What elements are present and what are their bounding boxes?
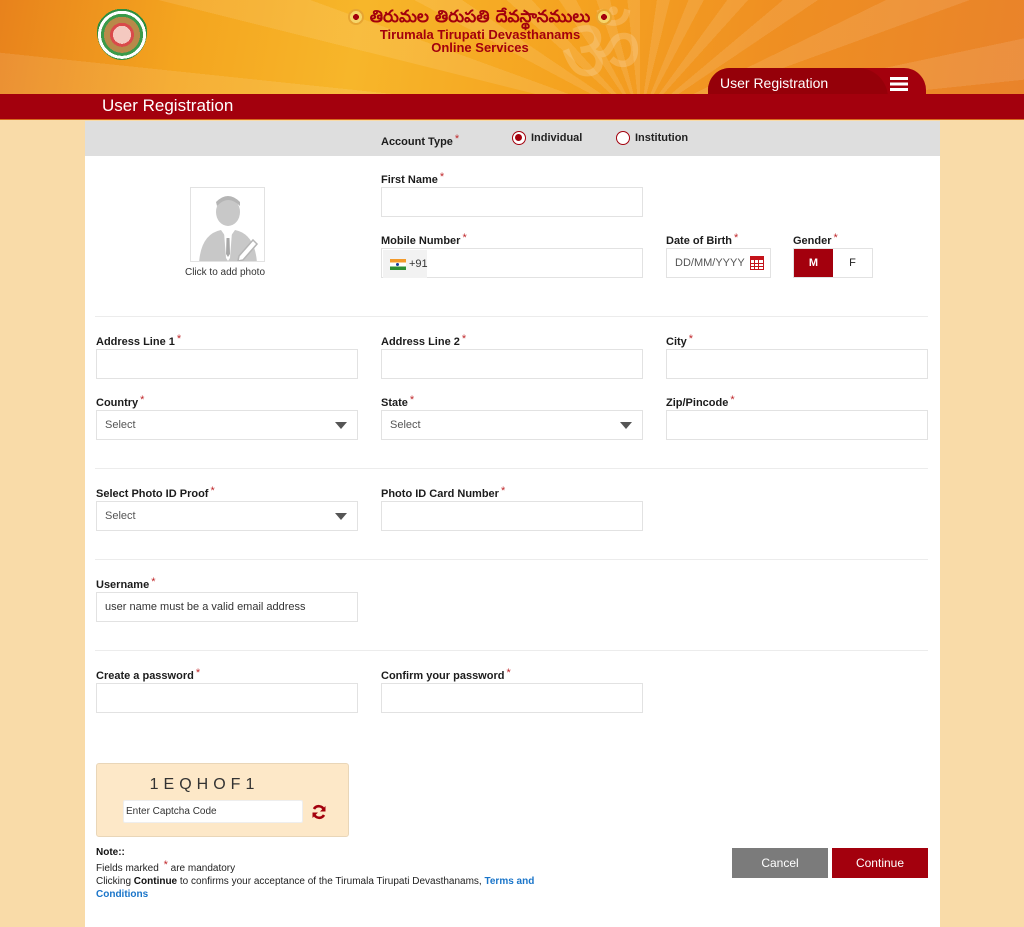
page-title-bar: User Registration (0, 94, 1024, 120)
dropdown-arrow-icon[interactable] (335, 513, 347, 520)
first-name-input[interactable] (381, 187, 643, 217)
confirm-password-label: Confirm your password * (381, 667, 511, 682)
country-label: Country * (96, 394, 145, 409)
photo-id-number-label: Photo ID Card Number * (381, 485, 506, 500)
consent-note: Clicking Continue to confirms your accep… (96, 876, 535, 900)
telugu-title-text: తిరుమల తిరుపతి దేవస్థానములు (369, 7, 591, 27)
add-photo-caption[interactable]: Click to add photo (155, 267, 295, 278)
nav-tab-label[interactable]: User Registration (708, 68, 888, 94)
cancel-button[interactable]: Cancel (732, 848, 828, 878)
mobile-number-input[interactable]: +91 (381, 248, 643, 278)
username-placeholder: user name must be a valid email address (105, 601, 306, 613)
address2-input[interactable] (381, 349, 643, 379)
add-photo-button[interactable] (190, 187, 265, 262)
note-section: Note:: Fields marked * are mandatory Cli… (96, 846, 576, 901)
conch-ornament-icon (347, 9, 364, 25)
photo-id-proof-label: Select Photo ID Proof * (96, 485, 215, 500)
refresh-icon[interactable] (311, 804, 327, 820)
radio-institution-label: Institution (635, 132, 689, 144)
captcha-input[interactable]: Enter Captcha Code (123, 800, 303, 823)
gender-toggle[interactable]: M F (793, 248, 873, 278)
section-divider (95, 559, 928, 560)
page-title: User Registration (102, 96, 234, 115)
radio-individual[interactable]: Individual (512, 131, 582, 145)
continue-button[interactable]: Continue (832, 848, 928, 878)
registration-form: Account Type * Individual Institution Cli… (85, 121, 940, 927)
photo-id-selected-value: Select (105, 510, 136, 522)
org-subtitle: Online Services (431, 40, 529, 55)
first-name-label: First Name * (381, 171, 445, 186)
section-divider (95, 316, 928, 317)
chakra-ornament-icon (596, 9, 613, 25)
captcha-placeholder: Enter Captcha Code (126, 806, 217, 817)
zip-input[interactable] (666, 410, 928, 440)
confirm-password-input[interactable] (381, 683, 643, 713)
nav-tab-user-registration[interactable]: User Registration (708, 68, 926, 94)
captcha-panel: 1EQHOF1 Enter Captcha Code (96, 763, 349, 837)
brand-title: తిరుమల తిరుపతి దేవస్థానములు Tirumala Tir… (330, 6, 630, 54)
account-type-label: Account Type * (381, 133, 460, 148)
username-label: Username * (96, 576, 156, 591)
country-code: +91 (409, 258, 428, 270)
india-flag-icon (390, 259, 406, 270)
address2-label: Address Line 2 * (381, 333, 467, 348)
section-divider (95, 650, 928, 651)
address1-input[interactable] (96, 349, 358, 379)
dob-input[interactable]: DD/MM/YYYY (666, 248, 771, 278)
telugu-title: తిరుమల తిరుపతి దేవస్థానములు (330, 6, 630, 28)
radio-selected-icon[interactable] (512, 131, 526, 145)
section-divider (95, 468, 928, 469)
ttd-logo[interactable] (97, 4, 147, 60)
gender-label: Gender * (793, 232, 838, 247)
radio-unselected-icon[interactable] (616, 131, 630, 145)
gender-female-button[interactable]: F (833, 249, 872, 277)
dob-placeholder: DD/MM/YYYY (675, 257, 745, 269)
city-input[interactable] (666, 349, 928, 379)
hamburger-menu-icon[interactable] (890, 77, 908, 91)
password-input[interactable] (96, 683, 358, 713)
country-selected-value: Select (105, 419, 136, 431)
calendar-icon[interactable] (750, 256, 764, 270)
captcha-code: 1EQHOF1 (149, 776, 260, 793)
dob-label: Date of Birth * (666, 232, 739, 247)
photo-id-proof-select[interactable]: Select (96, 501, 358, 531)
site-header: ॐ తిరుమల తిరుపతి దేవస్థానములు Tirumala T… (0, 0, 1024, 94)
user-avatar-icon (199, 196, 259, 261)
username-input[interactable]: user name must be a valid email address (96, 592, 358, 622)
gender-male-button[interactable]: M (794, 249, 833, 277)
note-title: Note:: (96, 847, 125, 858)
state-select[interactable]: Select (381, 410, 643, 440)
photo-id-number-input[interactable] (381, 501, 643, 531)
zip-label: Zip/Pincode * (666, 394, 735, 409)
account-type-bar: Account Type * Individual Institution (85, 121, 940, 156)
state-label: State * (381, 394, 415, 409)
dropdown-arrow-icon[interactable] (620, 422, 632, 429)
radio-institution[interactable]: Institution (616, 131, 688, 145)
radio-individual-label: Individual (531, 132, 583, 144)
country-select[interactable]: Select (96, 410, 358, 440)
address1-label: Address Line 1 * (96, 333, 182, 348)
dropdown-arrow-icon[interactable] (335, 422, 347, 429)
password-label: Create a password * (96, 667, 201, 682)
state-selected-value: Select (390, 419, 421, 431)
city-label: City * (666, 333, 694, 348)
mandatory-note: Fields marked * are mandatory (96, 859, 236, 874)
country-code-selector[interactable]: +91 (383, 250, 428, 278)
mobile-number-label: Mobile Number * (381, 232, 467, 247)
